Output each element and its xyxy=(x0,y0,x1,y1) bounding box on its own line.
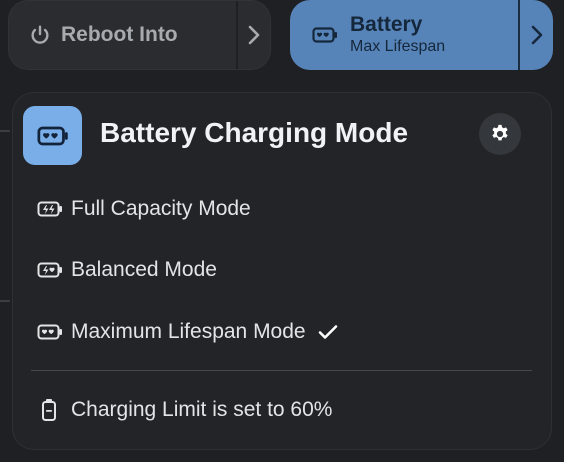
battery-expand-button[interactable] xyxy=(520,0,553,70)
battery-vertical-icon xyxy=(37,398,63,422)
charging-limit-status: Charging Limit is set to 60% xyxy=(37,398,332,422)
reboot-into-label: Reboot Into xyxy=(61,23,178,46)
battery-label: Battery xyxy=(350,13,423,36)
battery-charging-mode-menu: Battery Charging Mode Full Capacity Mode xyxy=(12,92,552,450)
power-icon xyxy=(29,24,51,46)
battery-toggle[interactable]: Battery Max Lifespan xyxy=(290,0,553,70)
chevron-right-icon xyxy=(247,24,261,46)
reboot-into-toggle[interactable]: Reboot Into xyxy=(8,0,271,70)
battery-bolt-heart-icon xyxy=(37,262,63,278)
battery-button[interactable]: Battery Max Lifespan xyxy=(290,0,518,70)
menu-item-label: Full Capacity Mode xyxy=(71,197,251,220)
menu-item-label: Maximum Lifespan Mode xyxy=(71,320,306,343)
reboot-into-button[interactable]: Reboot Into xyxy=(9,1,236,69)
background-remnant xyxy=(0,130,10,132)
gear-icon xyxy=(489,123,511,145)
checkmark-icon xyxy=(318,324,338,340)
reboot-into-expand-button[interactable] xyxy=(238,1,270,69)
menu-item-maximum-lifespan[interactable]: Maximum Lifespan Mode xyxy=(37,320,338,344)
battery-bolt-icon xyxy=(37,201,63,217)
battery-heart-icon xyxy=(37,324,63,340)
header-icon-box xyxy=(23,106,82,165)
menu-title: Battery Charging Mode xyxy=(100,117,409,148)
charging-limit-label: Charging Limit is set to 60% xyxy=(71,398,333,421)
chevron-right-icon xyxy=(530,24,544,46)
menu-item-label: Balanced Mode xyxy=(71,258,217,281)
menu-item-full-capacity[interactable]: Full Capacity Mode xyxy=(37,197,251,221)
battery-sublabel: Max Lifespan xyxy=(350,38,446,55)
menu-item-balanced[interactable]: Balanced Mode xyxy=(37,258,217,282)
battery-heart-icon xyxy=(312,27,338,43)
battery-heart-icon xyxy=(36,126,69,146)
settings-button[interactable] xyxy=(479,113,521,155)
background-remnant xyxy=(0,300,10,302)
menu-separator xyxy=(31,370,532,371)
